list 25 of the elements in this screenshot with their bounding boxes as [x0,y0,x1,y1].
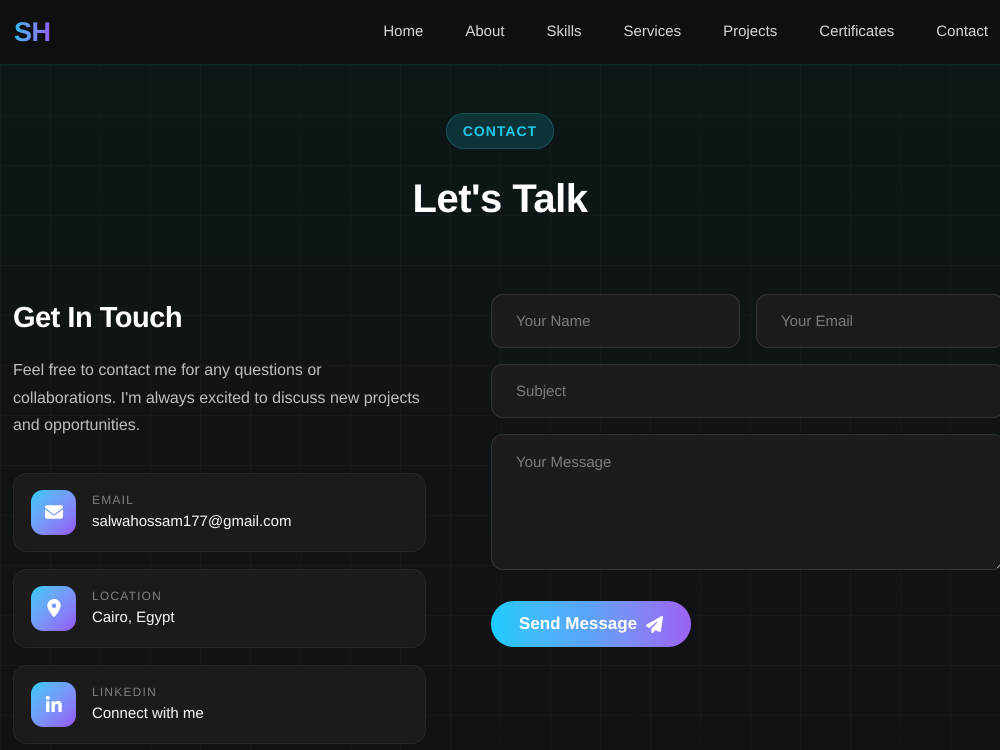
section-badge: CONTACT [446,113,554,149]
nav-link[interactable]: Contact [936,20,988,44]
nav-link[interactable]: Services [624,20,682,44]
input-field[interactable]: Your Name [491,294,740,348]
nav-link[interactable]: Home [383,20,424,44]
contact-value[interactable]: salwahossam177@gmail.com [92,510,292,532]
contact-description: Feel free to contact me for any questions or collaborations. I'm always excited to discuss new projects and opportunities. [13,361,421,436]
linkedin-icon [31,682,76,726]
contact-label: LOCATION [92,588,164,604]
nav-link[interactable]: Skills [546,20,582,44]
nav-link[interactable]: Certificates [819,20,894,44]
message-field[interactable]: Your Message [491,434,1000,570]
contact-heading: Get In Touch [13,301,184,336]
contact-value[interactable]: Connect with me [92,702,204,724]
contact-label: EMAIL [92,492,136,508]
input-field[interactable]: Your Email [756,294,1000,348]
nav-link[interactable]: Projects [723,20,778,44]
contact-value: Cairo, Egypt [92,608,175,628]
contact-label: LINKEDIN [92,684,158,700]
input-field[interactable]: Subject [491,364,1000,418]
envelope-icon [31,490,76,534]
section-title: Let's Talk [412,176,588,223]
paper-plane-icon [646,616,664,632]
location-pin-icon [31,586,76,630]
nav-link[interactable]: About [465,20,505,44]
